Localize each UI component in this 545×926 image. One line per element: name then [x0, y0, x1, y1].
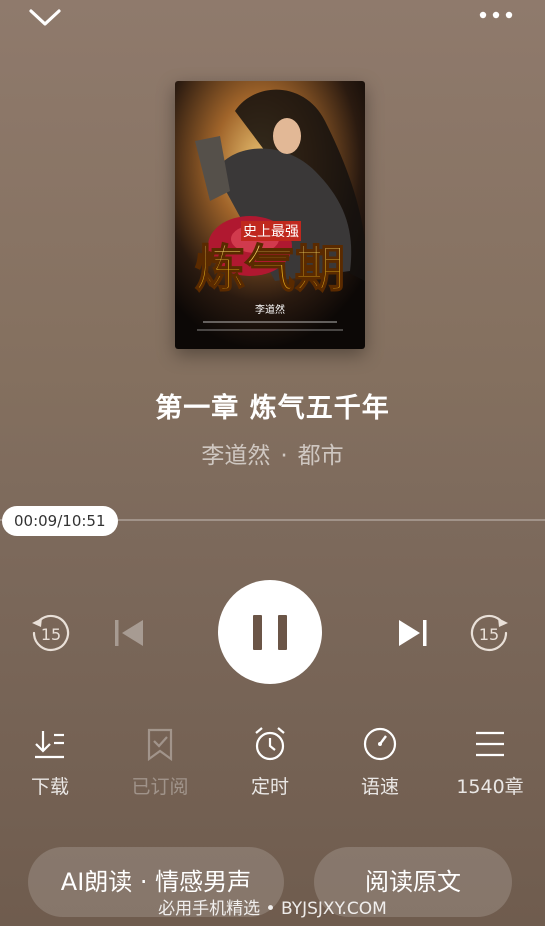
bookmark-icon [147, 728, 173, 762]
menu-list-icon [476, 731, 504, 757]
download-button[interactable]: 下载 [0, 726, 100, 799]
top-bar [0, 0, 545, 40]
pause-button[interactable] [218, 580, 322, 684]
next-chapter-icon[interactable] [394, 616, 432, 650]
book-meta: 李道然 · 都市 [0, 436, 545, 470]
meta-separator: · [280, 443, 288, 469]
cover-title-text: 炼气期 [195, 239, 345, 298]
alarm-clock-icon [255, 727, 285, 761]
chapter-count-label: 1540章 [456, 776, 524, 798]
playback-controls: 15 15 [0, 580, 545, 690]
previous-chapter-icon[interactable] [110, 616, 148, 650]
more-dots-icon[interactable] [476, 4, 516, 26]
chevron-down-icon[interactable] [26, 4, 64, 30]
rewind-15-icon[interactable]: 15 [28, 610, 74, 656]
progress-thumb-time[interactable]: 00:09/10:51 [2, 506, 118, 536]
forward-seconds: 15 [479, 625, 499, 644]
cover-author-text: 李道然 [255, 303, 285, 316]
watermark-text: 必用手机精选 • BYJSJXY.COM [158, 899, 387, 919]
pause-icon-bar [278, 615, 287, 650]
subscribed-label: 已订阅 [131, 776, 189, 798]
subscribed-button[interactable]: 已订阅 [110, 726, 210, 799]
download-icon [35, 731, 64, 759]
timer-label: 定时 [250, 776, 289, 798]
cover-art: 史上最强 炼气期 李道然 [175, 81, 365, 349]
book-genre[interactable]: 都市 [298, 443, 344, 469]
book-author[interactable]: 李道然 [201, 443, 270, 469]
timer-button[interactable]: 定时 [220, 726, 320, 799]
chapter-title: 第一章 炼气五千年 [155, 393, 390, 424]
speed-gauge-icon [363, 727, 397, 761]
cover-banner-text: 史上最强 [243, 224, 299, 240]
book-cover[interactable]: 史上最强 炼气期 李道然 [175, 81, 365, 349]
chapter-list-button[interactable]: 1540章 [440, 726, 540, 799]
speed-label: 语速 [360, 776, 399, 798]
rewind-seconds: 15 [41, 625, 61, 644]
speed-button[interactable]: 语速 [330, 726, 430, 799]
pause-icon [253, 615, 262, 650]
action-row: 下载 已订阅 定时 语速 1540章 [0, 726, 545, 806]
download-label: 下载 [30, 776, 69, 798]
forward-15-icon[interactable]: 15 [466, 610, 512, 656]
